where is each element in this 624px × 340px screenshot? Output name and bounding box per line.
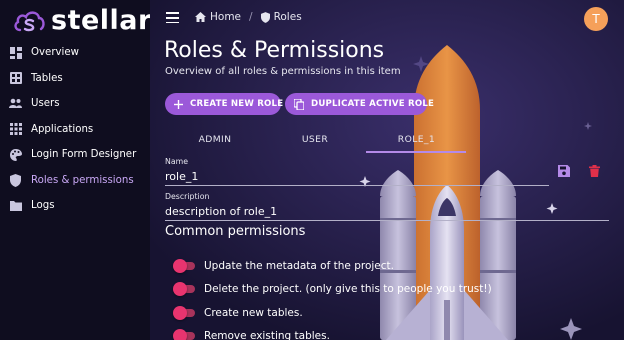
sidebar-item-roles-permissions[interactable]: Roles & permissions [0,168,150,194]
apps-grid-icon [9,123,22,136]
trash-icon [588,165,600,177]
role-tabs: ADMIN USER ROLE_1 [165,125,624,153]
description-field-underline [165,220,609,221]
name-field-label: Name [165,157,189,166]
folder-icon [9,199,22,212]
sidebar: stellar Overview Tables Users Applicatio… [0,0,152,340]
sidebar-item-users[interactable]: Users [0,91,150,117]
permission-row: Update the metadata of the project. [173,259,394,273]
sidebar-item-label: Tables [31,72,63,84]
cloud-logo-icon [14,11,45,32]
role-name-input[interactable] [165,168,545,184]
table-icon [9,72,22,85]
permission-toggle[interactable] [173,259,197,273]
page-subtitle: Overview of all roles & permissions in t… [165,66,401,77]
sidebar-item-tables[interactable]: Tables [0,66,150,92]
menu-toggle-icon[interactable] [166,12,179,24]
permission-row: Remove existing tables. [173,329,330,340]
create-role-label: CREATE NEW ROLE [190,99,284,109]
create-role-button[interactable]: CREATE NEW ROLE [165,93,284,115]
shield-icon [260,11,270,23]
breadcrumb-home[interactable]: Home [195,11,241,23]
permission-label: Delete the project. (only give this to p… [204,283,492,295]
dashboard-icon [9,46,22,59]
sidebar-item-label: Roles & permissions [31,174,134,186]
save-icon [558,165,570,177]
tab-admin[interactable]: ADMIN [165,125,265,153]
shield-icon [9,173,22,187]
permission-row: Create new tables. [173,306,303,320]
page-title: Roles & Permissions [164,38,385,63]
breadcrumb-separator: / [249,11,253,23]
permission-toggle[interactable] [173,306,197,320]
tab-role-1[interactable]: ROLE_1 [365,125,468,153]
permission-row: Delete the project. (only give this to p… [173,282,492,296]
delete-button[interactable] [586,163,602,179]
name-field-underline [165,185,549,186]
permission-label: Remove existing tables. [204,330,330,340]
sidebar-item-overview[interactable]: Overview [0,40,150,66]
sidebar-item-label: Users [31,98,60,110]
permission-toggle[interactable] [173,329,197,340]
permission-label: Create new tables. [204,307,303,319]
sidebar-item-label: Overview [31,47,79,59]
active-tab-indicator [366,151,466,153]
duplicate-role-button[interactable]: DUPLICATE ACTIVE ROLE [285,93,434,115]
app-logo[interactable]: stellar [12,6,152,36]
home-icon [195,12,206,22]
sidebar-item-applications[interactable]: Applications [0,117,150,143]
breadcrumb: Home / Roles [195,11,302,23]
breadcrumb-label: Home [210,11,242,23]
description-field-label: Description [165,192,210,201]
duplicate-role-label: DUPLICATE ACTIVE ROLE [311,99,435,109]
sidebar-item-login-form-designer[interactable]: Login Form Designer [0,142,150,168]
role-description-input[interactable] [165,203,605,219]
copy-icon [294,98,304,110]
save-button[interactable] [556,163,572,179]
sidebar-item-label: Login Form Designer [31,149,137,161]
sidebar-item-logs[interactable]: Logs [0,193,150,219]
app-name: stellar [51,5,152,36]
permission-toggle[interactable] [173,282,197,296]
plus-icon [174,99,183,109]
user-avatar[interactable]: T [584,7,608,31]
breadcrumb-roles[interactable]: Roles [260,11,302,23]
main-content: Home / Roles T Roles & Permissions Overv… [150,0,624,340]
common-permissions-title: Common permissions [165,224,306,239]
sidebar-nav: Overview Tables Users Applications Login… [0,40,150,219]
palette-icon [9,148,22,161]
sidebar-item-label: Applications [31,123,94,135]
breadcrumb-label: Roles [273,11,302,23]
sidebar-item-label: Logs [31,200,55,212]
permission-label: Update the metadata of the project. [204,260,394,272]
users-icon [9,97,22,110]
tab-user[interactable]: USER [265,125,365,153]
